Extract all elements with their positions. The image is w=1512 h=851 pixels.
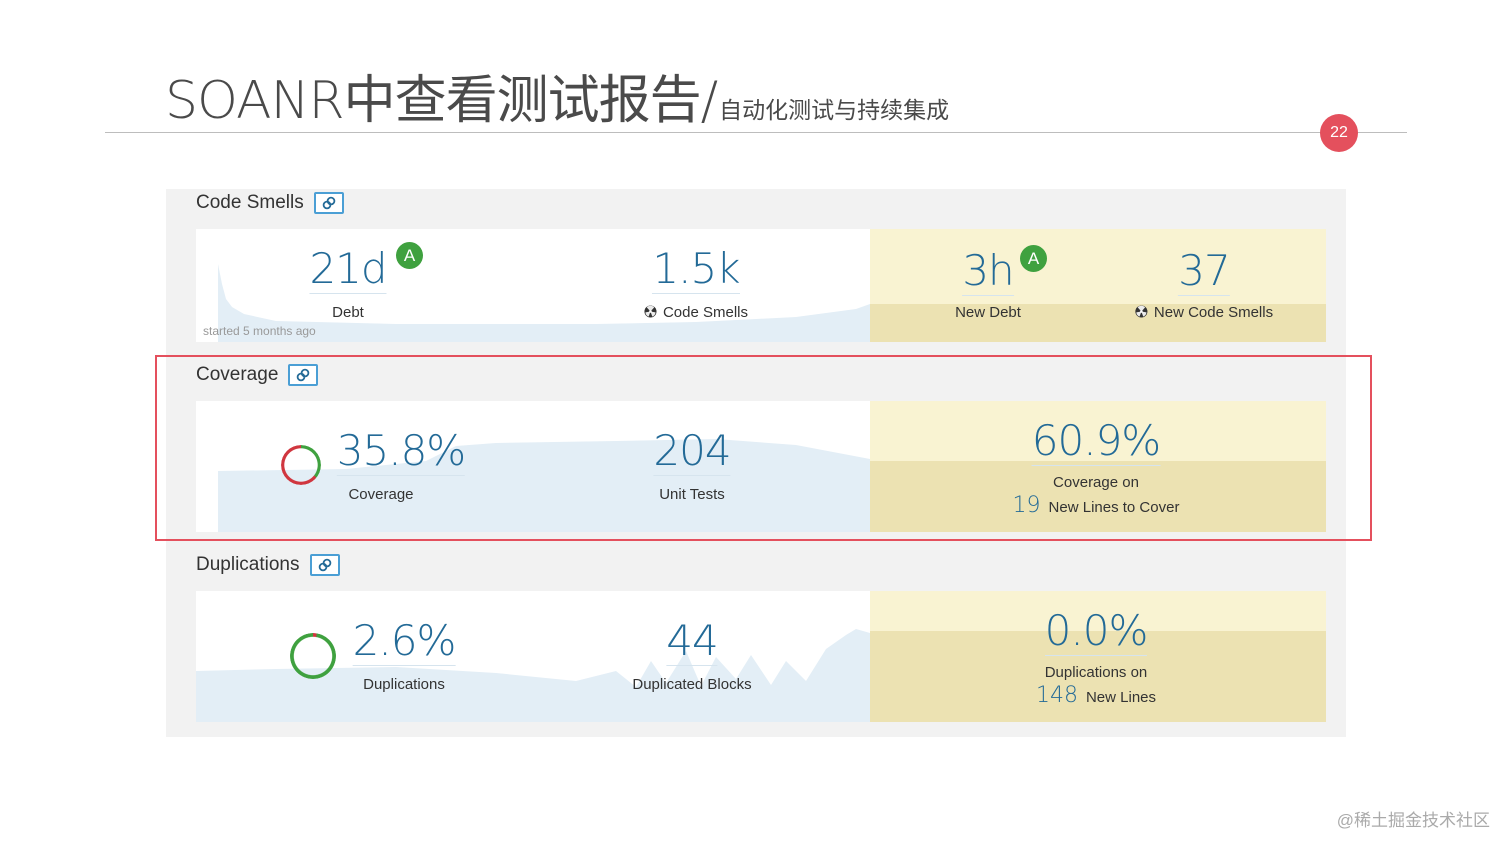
page-number-badge: 22 — [1320, 114, 1358, 152]
slide-title-main: SOANR中查看测试报告/ — [165, 71, 718, 131]
coverage-highlight-box — [155, 355, 1372, 541]
new-lines-count[interactable]: 148 — [1036, 683, 1078, 708]
new-code-smells-value[interactable]: 37 — [1178, 249, 1231, 296]
radiation-icon — [644, 305, 657, 318]
duplications-card: 2.6% Duplications 44 Duplicated Blocks 0… — [196, 591, 1326, 722]
title-divider — [105, 132, 1407, 133]
code-smells-card: 21d Debt A 1.5k Code Smells 3h New Debt … — [196, 229, 1326, 342]
slide-title-sub: 自动化测试与持续集成 — [719, 98, 950, 124]
debt-label: Debt — [332, 304, 364, 321]
duplicated-blocks-value[interactable]: 44 — [666, 619, 719, 666]
duplicated-blocks-measure[interactable]: 44 Duplicated Blocks — [632, 619, 752, 694]
duplications-title: Duplications — [196, 554, 300, 575]
code-smells-title: Code Smells — [196, 192, 304, 213]
watermark: @稀土掘金技术社区 — [1336, 811, 1490, 830]
new-duplications-label: Duplications on — [1044, 664, 1148, 681]
duplications-value[interactable]: 2.6% — [352, 619, 456, 666]
new-code-smells-label: New Code Smells — [1153, 304, 1274, 321]
duplications-donut-chart[interactable] — [290, 633, 336, 679]
slide-title: SOANR中查看测试报告/自动化测试与持续集成 — [165, 58, 949, 133]
code-smells-header: Code Smells — [196, 192, 344, 214]
new-lines-label: New Lines — [1085, 689, 1157, 706]
new-code-smells-measure[interactable]: 37 New Code Smells — [1135, 249, 1273, 321]
new-debt-value[interactable]: 3h — [962, 249, 1015, 296]
duplications-measure[interactable]: 2.6% Duplications — [352, 619, 456, 693]
duplications-history-link[interactable] — [309, 554, 340, 576]
link-icon — [322, 196, 336, 210]
link-icon — [318, 558, 331, 572]
new-debt-label: New Debt — [955, 304, 1021, 321]
debt-value[interactable]: 21d — [309, 247, 388, 294]
new-duplications-measure[interactable]: 0.0% Duplications on 148 New Lines — [1036, 609, 1157, 709]
duplications-label: Duplications — [363, 676, 445, 693]
radiation-icon — [1135, 305, 1148, 318]
code-smells-history-link[interactable] — [313, 192, 344, 214]
duplications-header: Duplications — [196, 554, 340, 576]
code-smells-label: Code Smells — [662, 304, 749, 321]
new-debt-rating-badge[interactable]: A — [1020, 245, 1047, 272]
debt-rating-badge[interactable]: A — [396, 242, 423, 269]
code-smells-value[interactable]: 1.5k — [652, 247, 741, 294]
new-debt-measure[interactable]: 3h New Debt — [955, 249, 1021, 322]
code-smells-measure[interactable]: 1.5k Code Smells — [644, 247, 748, 321]
started-note: started 5 months ago — [203, 324, 316, 338]
duplicated-blocks-label: Duplicated Blocks — [632, 676, 752, 693]
new-duplications-value[interactable]: 0.0% — [1044, 609, 1148, 656]
debt-measure[interactable]: 21d Debt — [309, 247, 388, 321]
